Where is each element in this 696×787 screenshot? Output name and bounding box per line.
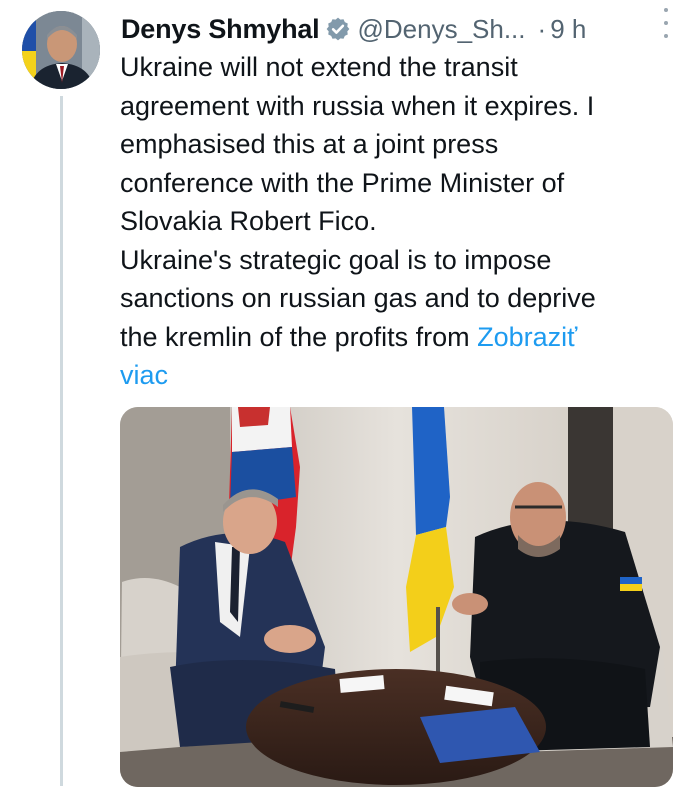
- avatar-image: [22, 11, 100, 89]
- author-handle[interactable]: @Denys_Sh...: [357, 14, 525, 45]
- post-photo[interactable]: [120, 407, 673, 787]
- meeting-photo-image: [120, 407, 673, 787]
- post-timestamp[interactable]: 9 h: [550, 14, 586, 45]
- post-header: Denys Shmyhal @Denys_Sh... · 9 h: [121, 12, 678, 46]
- post-text: Ukraine will not extend the transit agre…: [120, 48, 680, 395]
- verified-badge-icon: [327, 17, 350, 41]
- thread-connector-line: [60, 96, 63, 786]
- author-avatar[interactable]: [22, 11, 100, 89]
- author-name[interactable]: Denys Shmyhal: [121, 14, 320, 45]
- more-options-icon[interactable]: [658, 8, 674, 38]
- separator-dot: ·: [537, 13, 547, 44]
- post-body: Ukraine will not extend the transit agre…: [120, 52, 596, 352]
